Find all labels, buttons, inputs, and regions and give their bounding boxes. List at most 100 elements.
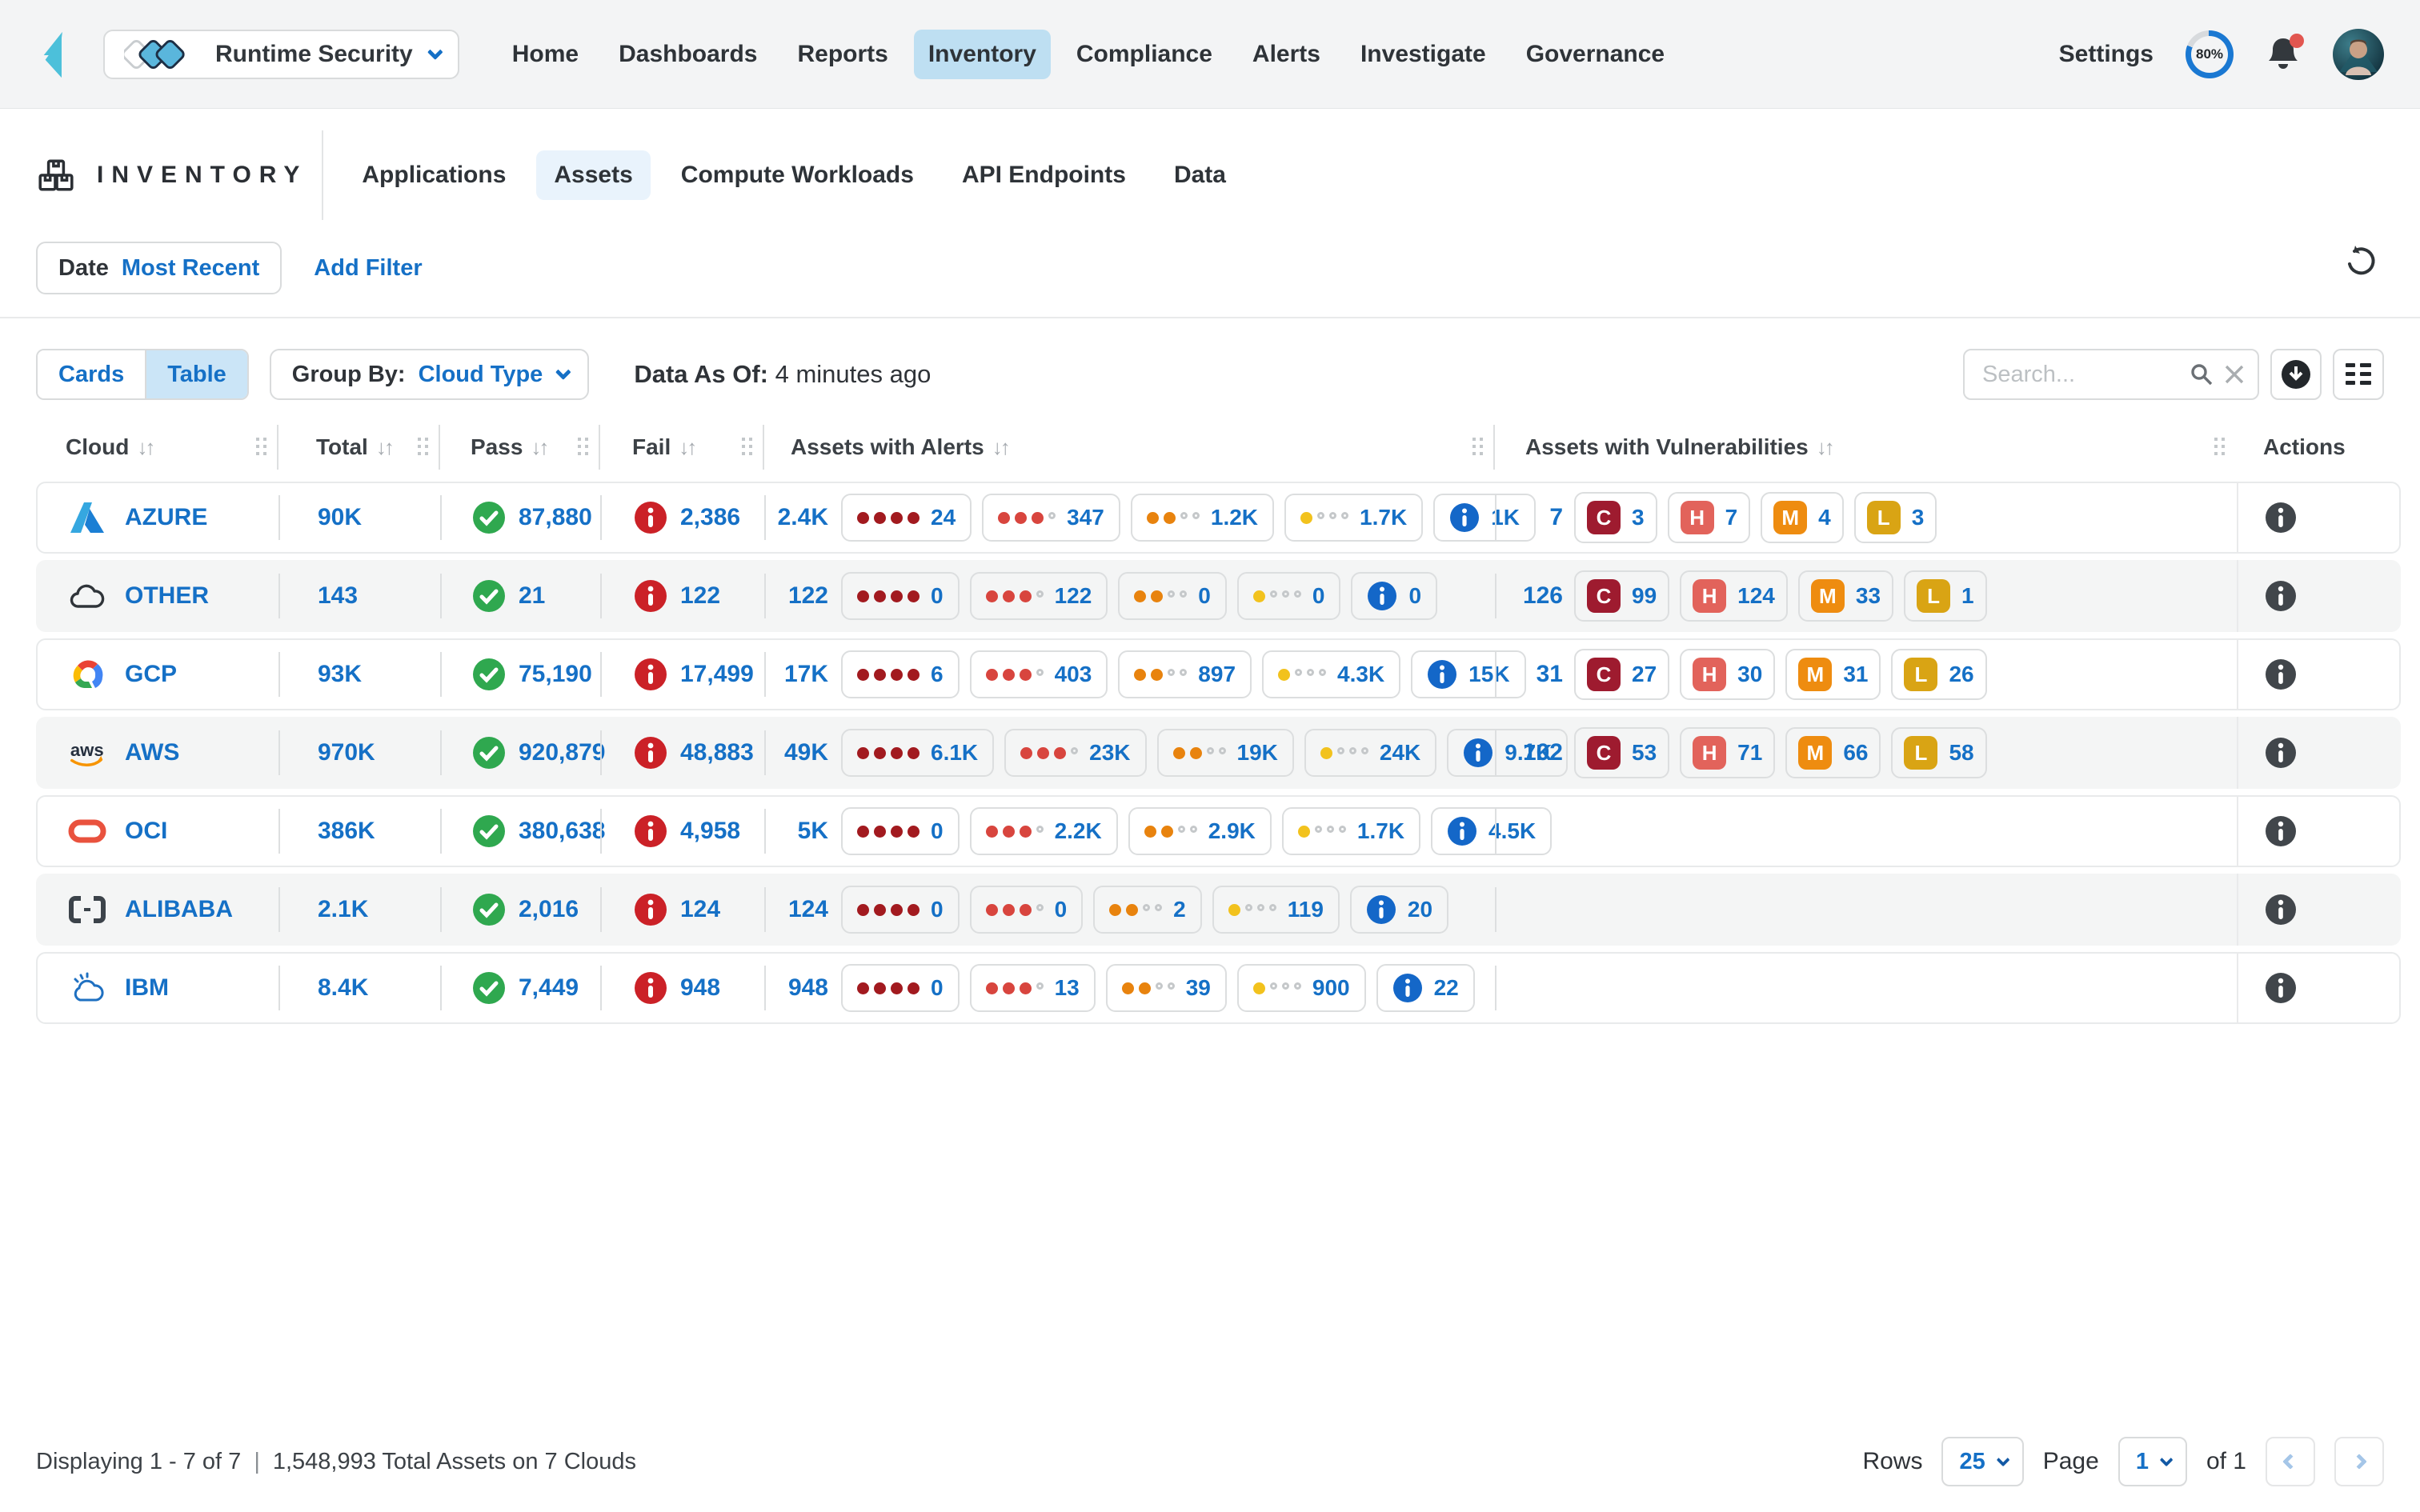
tab-compute-workloads[interactable]: Compute Workloads [663, 150, 932, 200]
alert-pill-critical[interactable]: 0 [841, 572, 960, 620]
fail-count-link[interactable]: 122 [680, 582, 720, 610]
sort-icon[interactable]: ↓↑ [992, 435, 1008, 460]
alert-pill-high[interactable]: 0 [970, 886, 1084, 934]
cloud-name-link[interactable]: GCP [125, 661, 177, 688]
pass-count-link[interactable]: 380,638 [519, 818, 605, 845]
alert-pill-low[interactable]: 900 [1237, 964, 1366, 1012]
fail-count-link[interactable]: 4,958 [680, 818, 740, 845]
vuln-pill-low[interactable]: L1 [1904, 570, 1987, 622]
alert-pill-medium[interactable]: 2 [1093, 886, 1202, 934]
sort-icon[interactable]: ↓↑ [679, 435, 695, 460]
clear-search-icon[interactable] [2224, 364, 2245, 385]
column-drag-handle[interactable] [418, 438, 421, 441]
row-actions-info-icon[interactable] [2265, 580, 2297, 612]
vuln-pill-high[interactable]: H30 [1680, 649, 1775, 700]
alert-pill-low[interactable]: 1.7K [1284, 494, 1423, 542]
alerts-total-link[interactable]: 948 [764, 974, 828, 1002]
cloud-name-link[interactable]: OTHER [125, 582, 209, 610]
alert-pill-critical[interactable]: 24 [841, 494, 972, 542]
pass-count-link[interactable]: 75,190 [519, 661, 592, 688]
vuln-pill-low[interactable]: L26 [1891, 649, 1986, 700]
rows-per-page-select[interactable]: 25 [1941, 1437, 2023, 1486]
table-row-azure[interactable]: AZURE 90K 87,880 2,386 2.4K 243471.2K1.7… [36, 482, 2401, 554]
total-count-link[interactable]: 90K [318, 504, 362, 531]
alerts-total-link[interactable]: 17K [764, 661, 828, 688]
pass-count-link[interactable]: 21 [519, 582, 545, 610]
alert-pill-critical[interactable]: 6.1K [841, 729, 994, 777]
tab-api-endpoints[interactable]: API Endpoints [944, 150, 1144, 200]
alert-pill-high[interactable]: 347 [982, 494, 1120, 542]
date-filter-value[interactable]: Most Recent [122, 255, 259, 282]
column-drag-handle[interactable] [256, 438, 259, 441]
vulns-total-link[interactable]: 102 [1495, 739, 1563, 766]
table-row-alibaba[interactable]: ALIBABA 2.1K 2,016 124 124 00211920 [36, 874, 2401, 946]
table-row-aws[interactable]: aws AWS 970K 920,879 48,883 49K 6.1K23K1… [36, 717, 2401, 789]
pass-count-link[interactable]: 920,879 [519, 739, 605, 766]
vulns-total-link[interactable]: 7 [1495, 504, 1563, 531]
total-count-link[interactable]: 386K [318, 818, 375, 845]
nav-item-compliance[interactable]: Compliance [1062, 30, 1227, 79]
cloud-name-link[interactable]: AWS [125, 739, 179, 766]
alerts-total-link[interactable]: 49K [764, 739, 828, 766]
tab-data[interactable]: Data [1156, 150, 1244, 200]
alert-pill-low[interactable]: 1.7K [1282, 807, 1420, 855]
alert-pill-medium[interactable]: 897 [1118, 650, 1252, 698]
vulns-total-link[interactable]: 31 [1495, 661, 1563, 688]
column-settings-button[interactable] [2333, 349, 2384, 400]
vuln-pill-medium[interactable]: M4 [1761, 492, 1844, 543]
usage-gauge[interactable]: 80% [2186, 30, 2234, 78]
alert-pill-high[interactable]: 403 [970, 650, 1108, 698]
alert-pill-info[interactable]: 20 [1350, 886, 1448, 934]
vuln-pill-high[interactable]: H71 [1680, 727, 1775, 778]
alert-pill-medium[interactable]: 1.2K [1131, 494, 1274, 542]
row-actions-info-icon[interactable] [2265, 502, 2297, 534]
reset-filters-icon[interactable] [2343, 243, 2378, 278]
alert-pill-high[interactable]: 13 [970, 964, 1096, 1012]
vuln-pill-critical[interactable]: C3 [1574, 492, 1657, 543]
alert-pill-low[interactable]: 4.3K [1262, 650, 1400, 698]
nav-item-dashboards[interactable]: Dashboards [604, 30, 771, 79]
vuln-pill-high[interactable]: H7 [1668, 492, 1751, 543]
alert-pill-high[interactable]: 122 [970, 572, 1108, 620]
alert-pill-critical[interactable]: 0 [841, 807, 960, 855]
vulns-total-link[interactable]: 126 [1495, 582, 1563, 610]
alerts-total-link[interactable]: 2.4K [764, 504, 828, 531]
cloud-name-link[interactable]: AZURE [125, 504, 207, 531]
alerts-total-link[interactable]: 5K [764, 818, 828, 845]
alert-pill-info[interactable]: 22 [1376, 964, 1475, 1012]
add-filter-button[interactable]: Add Filter [314, 255, 422, 282]
total-count-link[interactable]: 970K [318, 739, 375, 766]
vuln-pill-low[interactable]: L58 [1891, 727, 1986, 778]
previous-page-button[interactable] [2266, 1437, 2315, 1486]
vuln-pill-high[interactable]: H124 [1680, 570, 1788, 622]
tab-applications[interactable]: Applications [344, 150, 523, 200]
alert-pill-high[interactable]: 23K [1004, 729, 1146, 777]
column-header-total[interactable]: Total ↓↑ [277, 424, 439, 470]
nav-item-alerts[interactable]: Alerts [1238, 30, 1335, 79]
product-switcher-dropdown[interactable]: Runtime Security [103, 30, 459, 79]
total-count-link[interactable]: 8.4K [318, 974, 368, 1002]
alerts-total-link[interactable]: 124 [764, 896, 828, 923]
column-drag-handle[interactable] [1472, 438, 1476, 441]
fail-count-link[interactable]: 948 [680, 974, 720, 1002]
cloud-name-link[interactable]: OCI [125, 818, 167, 845]
vuln-pill-medium[interactable]: M31 [1785, 649, 1881, 700]
vuln-pill-low[interactable]: L3 [1854, 492, 1937, 543]
alert-pill-high[interactable]: 2.2K [970, 807, 1118, 855]
column-header-fail[interactable]: Fail ↓↑ [599, 424, 763, 470]
fail-count-link[interactable]: 17,499 [680, 661, 754, 688]
alert-pill-low[interactable]: 119 [1212, 886, 1340, 934]
table-row-gcp[interactable]: GCP 93K 75,190 17,499 17K 64038974.3K15K [36, 638, 2401, 710]
sort-icon[interactable]: ↓↑ [1817, 435, 1833, 460]
sort-icon[interactable]: ↓↑ [531, 435, 547, 460]
notifications-button[interactable] [2266, 35, 2301, 74]
table-row-oci[interactable]: OCI 386K 380,638 4,958 5K 02.2K2.9K1.7K4… [36, 795, 2401, 867]
column-drag-handle[interactable] [742, 438, 745, 441]
column-drag-handle[interactable] [2214, 438, 2218, 441]
group-by-dropdown[interactable]: Group By: Cloud Type [270, 349, 590, 400]
row-actions-info-icon[interactable] [2265, 658, 2297, 690]
alert-pill-low[interactable]: 0 [1237, 572, 1341, 620]
alert-pill-low[interactable]: 24K [1304, 729, 1436, 777]
nav-item-investigate[interactable]: Investigate [1346, 30, 1500, 79]
vuln-pill-medium[interactable]: M33 [1798, 570, 1893, 622]
